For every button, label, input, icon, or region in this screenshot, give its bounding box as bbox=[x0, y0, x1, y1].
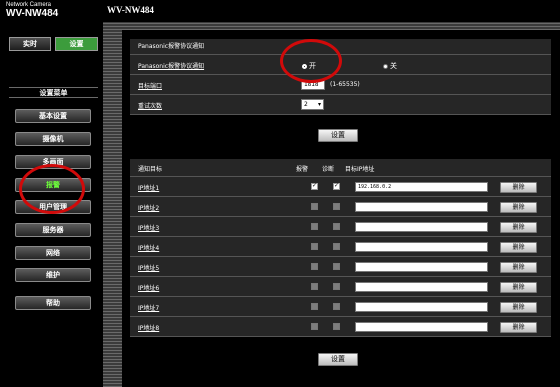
annotation-circle bbox=[19, 164, 85, 214]
diag-checkbox[interactable] bbox=[333, 203, 340, 210]
menu-help-button[interactable]: 帮助 bbox=[15, 296, 91, 310]
alarm-protocol-panel: Panasonic报警协议通知 Panasonic报警协议通知 开 关 目标端口… bbox=[130, 39, 551, 123]
target-row: IP地址3 删除 bbox=[130, 217, 551, 237]
radio-off[interactable]: 关 bbox=[383, 61, 397, 71]
diag-checkbox[interactable] bbox=[333, 243, 340, 250]
target-row: IP地址1 192.168.0.2 删除 bbox=[130, 177, 551, 197]
ip-input[interactable] bbox=[355, 242, 488, 252]
header-model: WV-NW484 bbox=[107, 5, 154, 15]
delete-button[interactable]: 删除 bbox=[500, 322, 537, 333]
alarm-checkbox[interactable] bbox=[311, 182, 318, 190]
target-label[interactable]: IP地址1 bbox=[138, 183, 159, 192]
delete-button[interactable]: 删除 bbox=[500, 202, 537, 213]
target-row: IP地址5 删除 bbox=[130, 257, 551, 277]
ip-input[interactable] bbox=[355, 282, 488, 292]
menu-basic-button[interactable]: 基本设置 bbox=[15, 109, 91, 123]
page-header: WV-NW484 bbox=[103, 0, 560, 22]
protocol-link[interactable]: Panasonic报警协议通知 bbox=[138, 61, 204, 70]
brand-model: WV-NW484 bbox=[6, 8, 59, 19]
port-hint: (1-65535) bbox=[330, 81, 360, 88]
target-row: IP地址6 删除 bbox=[130, 277, 551, 297]
alarm-checkbox[interactable] bbox=[311, 203, 318, 210]
setup-menu-title: 设置菜单 bbox=[9, 87, 98, 98]
alarm-checkbox[interactable] bbox=[311, 243, 318, 250]
diag-checkbox[interactable] bbox=[333, 283, 340, 290]
ip-input[interactable] bbox=[355, 222, 488, 232]
ip-input[interactable] bbox=[355, 262, 488, 272]
targets-header-row: 通知目标 报警 诊断 目标IP地址 bbox=[130, 159, 551, 177]
target-label[interactable]: IP地址7 bbox=[138, 303, 159, 312]
menu-server-button[interactable]: 服务器 bbox=[15, 223, 91, 237]
menu-network-button[interactable]: 网络 bbox=[15, 246, 91, 260]
brand-logo: Network Camera WV-NW484 bbox=[0, 0, 103, 22]
diag-checkbox[interactable] bbox=[333, 263, 340, 270]
alarm-checkbox[interactable] bbox=[311, 263, 318, 270]
setup-tab-button[interactable]: 设置 bbox=[55, 37, 98, 51]
radio-off-label: 关 bbox=[390, 62, 397, 70]
retry-row: 重试次数 2 ▾ bbox=[130, 95, 551, 115]
target-label[interactable]: IP地址5 bbox=[138, 263, 159, 272]
annotation-circle bbox=[280, 39, 342, 83]
targets-title: 通知目标 bbox=[138, 166, 163, 173]
target-row: IP地址4 删除 bbox=[130, 237, 551, 257]
decorative-stripes bbox=[103, 22, 122, 387]
target-row: IP地址8 删除 bbox=[130, 317, 551, 337]
diag-checkbox[interactable] bbox=[333, 182, 340, 190]
target-label[interactable]: IP地址3 bbox=[138, 223, 159, 232]
panel-title: Panasonic报警协议通知 bbox=[130, 39, 551, 55]
alarm-checkbox[interactable] bbox=[311, 223, 318, 230]
delete-button[interactable]: 删除 bbox=[500, 282, 537, 293]
col-ip: 目标IP地址 bbox=[345, 166, 375, 173]
alarm-checkbox[interactable] bbox=[311, 303, 318, 310]
delete-button[interactable]: 删除 bbox=[500, 182, 537, 193]
notify-targets-panel: 通知目标 报警 诊断 目标IP地址 IP地址1 192.168.0.2 删除 I… bbox=[130, 159, 551, 348]
target-row: IP地址7 删除 bbox=[130, 297, 551, 317]
sidebar: Network Camera WV-NW484 实时 设置 设置菜单 基本设置 … bbox=[0, 0, 103, 387]
delete-button[interactable]: 删除 bbox=[500, 262, 537, 273]
delete-button[interactable]: 删除 bbox=[500, 222, 537, 233]
retry-link[interactable]: 重试次数 bbox=[138, 101, 162, 110]
target-label[interactable]: IP地址8 bbox=[138, 323, 159, 332]
retry-value: 2 bbox=[304, 101, 308, 108]
menu-camera-button[interactable]: 摄像机 bbox=[15, 132, 91, 146]
set-button-top[interactable]: 设置 bbox=[318, 129, 358, 142]
port-row: 目标端口 1818 (1-65535) bbox=[130, 75, 551, 95]
alarm-checkbox[interactable] bbox=[311, 283, 318, 290]
target-label[interactable]: IP地址2 bbox=[138, 203, 159, 212]
delete-button[interactable]: 删除 bbox=[500, 302, 537, 313]
diag-checkbox[interactable] bbox=[333, 303, 340, 310]
target-row: IP地址2 删除 bbox=[130, 197, 551, 217]
chevron-down-icon: ▾ bbox=[317, 101, 321, 108]
main-content: Panasonic报警协议通知 Panasonic报警协议通知 开 关 目标端口… bbox=[122, 30, 560, 387]
ip-input[interactable] bbox=[355, 202, 488, 212]
alarm-checkbox[interactable] bbox=[311, 323, 318, 330]
ip-input[interactable] bbox=[355, 302, 488, 312]
decorative-stripes bbox=[103, 22, 560, 30]
diag-checkbox[interactable] bbox=[333, 323, 340, 330]
ip-input[interactable]: 192.168.0.2 bbox=[355, 182, 488, 192]
delete-button[interactable]: 删除 bbox=[500, 242, 537, 253]
diag-checkbox[interactable] bbox=[333, 223, 340, 230]
col-diag: 诊断 bbox=[322, 166, 335, 173]
target-label[interactable]: IP地址6 bbox=[138, 283, 159, 292]
radio-unselected-icon bbox=[383, 63, 388, 69]
live-tab-button[interactable]: 实时 bbox=[9, 37, 51, 51]
col-alarm: 报警 bbox=[296, 166, 309, 173]
port-link[interactable]: 目标端口 bbox=[138, 81, 162, 90]
set-button-bottom[interactable]: 设置 bbox=[318, 353, 358, 366]
ip-input[interactable] bbox=[355, 322, 488, 332]
menu-maintenance-button[interactable]: 维护 bbox=[15, 268, 91, 282]
target-label[interactable]: IP地址4 bbox=[138, 243, 159, 252]
retry-select[interactable]: 2 ▾ bbox=[301, 99, 324, 110]
